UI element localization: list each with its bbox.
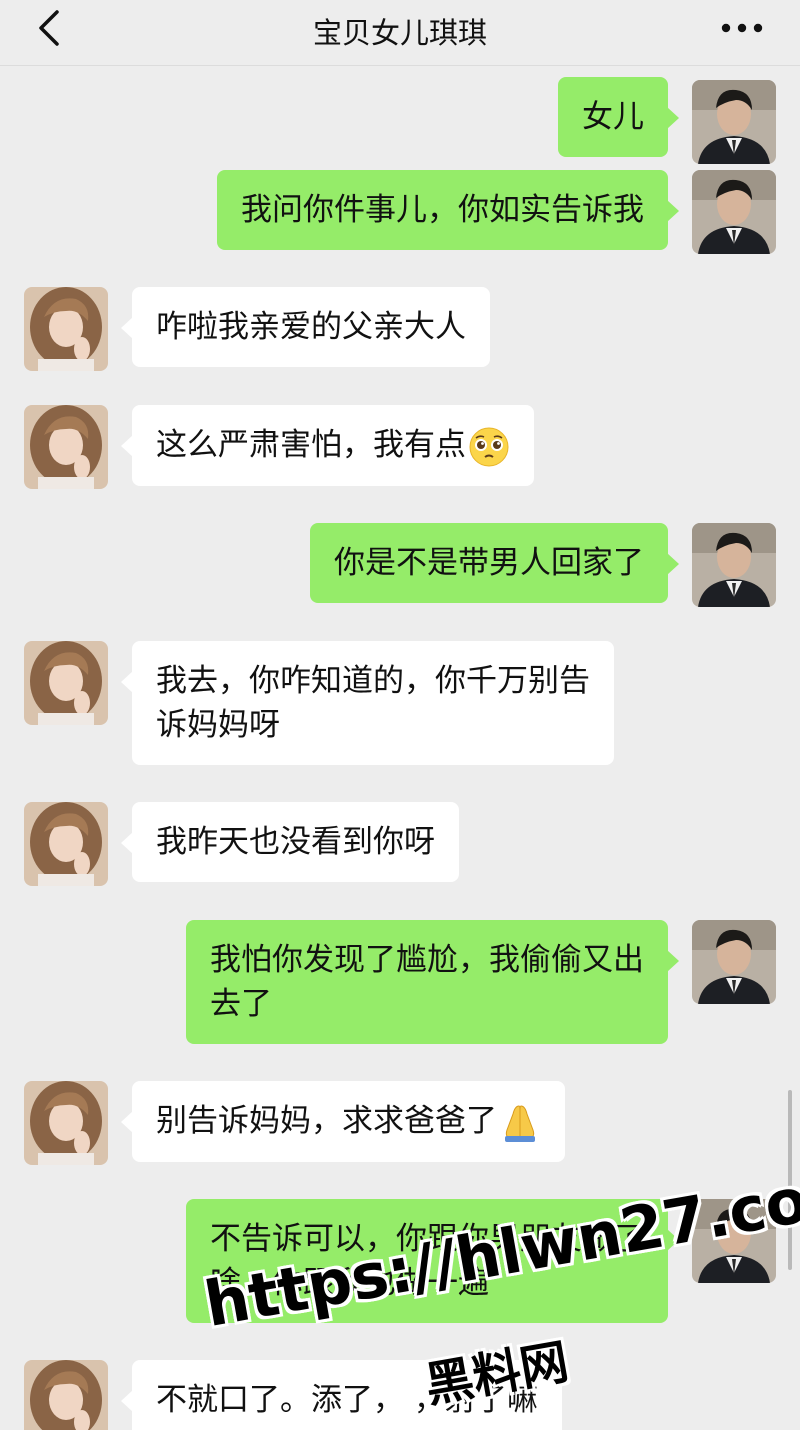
- message-bubble[interactable]: 我问你件事儿，你如实告诉我: [217, 170, 679, 250]
- avatar-father[interactable]: [692, 80, 776, 164]
- avatar-daughter[interactable]: [24, 287, 108, 371]
- message-bubble[interactable]: 你是不是带男人回家了: [310, 523, 679, 603]
- avatar-daughter[interactable]: [24, 405, 108, 489]
- daughter-avatar-image: [24, 641, 108, 725]
- chat-title: 宝贝女儿琪琪: [312, 16, 487, 50]
- message-text: 你是不是带男人回家了: [334, 545, 644, 581]
- message-bubble[interactable]: 女儿: [558, 77, 679, 157]
- message-text: 我昨天也没看到你呀: [156, 824, 435, 860]
- pleading-face-emoji-icon: [469, 427, 509, 466]
- message-text-line: 去了: [210, 986, 272, 1022]
- daughter-avatar-image: [24, 287, 108, 371]
- message-text-line: 诉妈妈呀: [156, 707, 280, 743]
- message-bubble[interactable]: 咋啦我亲爱的父亲大人: [121, 287, 490, 367]
- message-bubble[interactable]: 我怕你发现了尴尬，我偷偷又出 去了: [186, 920, 679, 1044]
- father-avatar-image: [692, 920, 776, 1004]
- avatar-daughter[interactable]: [24, 802, 108, 886]
- more-dots-icon: [721, 23, 763, 33]
- message-bubble[interactable]: 这么严肃害怕，我有点: [121, 405, 534, 486]
- message-text: 这么严肃害怕，我有点: [156, 427, 466, 463]
- avatar-daughter[interactable]: [24, 1081, 108, 1165]
- message-bubble[interactable]: 我去，你咋知道的，你千万别告 诉妈妈呀: [121, 641, 614, 765]
- avatar-daughter[interactable]: [24, 641, 108, 725]
- daughter-avatar-image: [24, 1360, 108, 1430]
- avatar-daughter[interactable]: [24, 1360, 108, 1430]
- daughter-avatar-image: [24, 405, 108, 489]
- more-button[interactable]: [718, 10, 766, 46]
- chat-header: 宝贝女儿琪琪: [0, 0, 800, 66]
- folded-hands-emoji-icon: [505, 1104, 535, 1142]
- message-text: 咋啦我亲爱的父亲大人: [156, 309, 466, 345]
- father-avatar-image: [692, 170, 776, 254]
- avatar-father[interactable]: [692, 523, 776, 607]
- daughter-avatar-image: [24, 802, 108, 886]
- father-avatar-image: [692, 80, 776, 164]
- message-bubble[interactable]: 别告诉妈妈，求求爸爸了: [121, 1081, 565, 1162]
- message-bubble[interactable]: 我昨天也没看到你呀: [121, 802, 459, 882]
- message-text-line: 我去，你咋知道的，你千万别告: [156, 663, 590, 699]
- avatar-father[interactable]: [692, 170, 776, 254]
- message-text: 别告诉妈妈，求求爸爸了: [156, 1103, 497, 1139]
- father-avatar-image: [692, 523, 776, 607]
- daughter-avatar-image: [24, 1081, 108, 1165]
- message-text: 我问你件事儿，你如实告诉我: [241, 192, 644, 228]
- message-text: 女儿: [582, 99, 644, 135]
- message-text-line: 我怕你发现了尴尬，我偷偷又出: [210, 942, 644, 978]
- avatar-father[interactable]: [692, 920, 776, 1004]
